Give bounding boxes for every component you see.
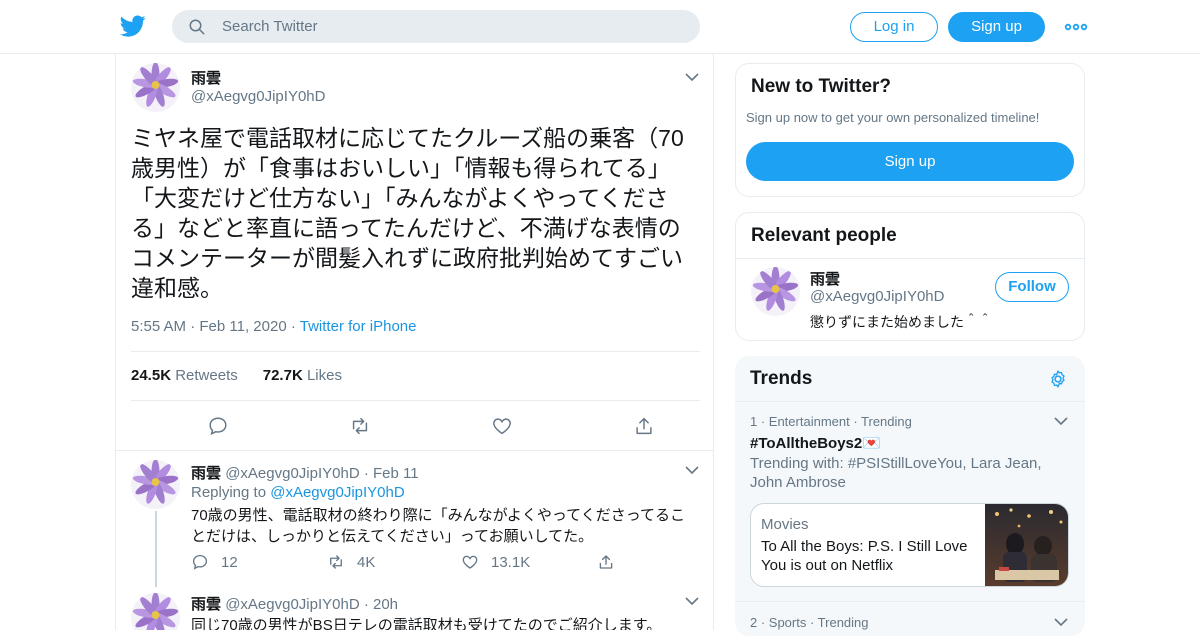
reply-header: 雨雲 @xAegvg0JipIY0hD · 20h xyxy=(191,593,398,614)
tweet-actions xyxy=(131,415,700,439)
trend-event-card[interactable]: Movies To All the Boys: P.S. I Still Lov… xyxy=(750,503,1069,587)
main-tweet: 雨雲 @xAegvg0JipIY0hD ミヤネ屋で電話取材に応じてたクルーズ船の… xyxy=(116,54,713,451)
reply-header: 雨雲 @xAegvg0JipIY0hD · Feb 11 xyxy=(191,462,419,483)
flower-avatar-image xyxy=(131,460,180,509)
divider xyxy=(735,401,1085,402)
avatar[interactable] xyxy=(131,460,180,509)
reply-tweet[interactable]: 雨雲 @xAegvg0JipIY0hD · 20h 同じ70歳の男性がBS日テレ… xyxy=(116,584,713,630)
divider xyxy=(131,400,700,401)
reply-actions: 12 4K 13.1K xyxy=(191,553,641,573)
reply-text: 70歳の男性、電話取材の終わり際に「みんながよくやってくださってることだけは、し… xyxy=(191,507,685,545)
retweet-count: 4K xyxy=(357,554,376,571)
meta-separator: · xyxy=(190,318,200,335)
panel-title: Trends xyxy=(750,368,813,389)
tweet-date[interactable]: Feb 11, 2020 xyxy=(199,318,286,335)
author-handle[interactable]: @xAegvg0JipIY0hD xyxy=(191,88,325,105)
share-icon[interactable] xyxy=(633,415,655,437)
search-input[interactable]: Search Twitter xyxy=(222,18,318,35)
chevron-down-icon[interactable] xyxy=(1054,617,1068,627)
author-name[interactable]: 雨雲 xyxy=(191,465,221,482)
new-to-twitter-panel: New to Twitter? Sign up now to get your … xyxy=(735,63,1085,197)
likes-label[interactable]: Likes xyxy=(307,367,342,384)
main-timeline-column: 雨雲 @xAegvg0JipIY0hD ミヤネ屋で電話取材に応じてたクルーズ船の… xyxy=(115,54,714,630)
reply-time[interactable]: Feb 11 xyxy=(373,465,419,482)
author-name[interactable]: 雨雲 xyxy=(191,67,221,88)
reply-count: 12 xyxy=(221,554,238,571)
more-icon[interactable] xyxy=(1064,17,1088,37)
flower-avatar-image xyxy=(131,63,180,112)
panel-title: Relevant people xyxy=(751,225,897,246)
settings-gear-icon[interactable] xyxy=(1048,369,1068,389)
tweet-stats: 24.5K Retweets 72.7K Likes xyxy=(131,367,342,384)
person-name[interactable]: 雨雲 xyxy=(810,268,840,289)
card-headline: To All the Boys: P.S. I Still Love You i… xyxy=(761,538,968,574)
reply-text: 同じ70歳の男性がBS日テレの電話取材も受けてたのでご紹介します。 xyxy=(191,617,662,630)
follow-button[interactable]: Follow xyxy=(995,272,1069,302)
like-heart-icon[interactable] xyxy=(491,415,513,437)
panel-title: New to Twitter? xyxy=(751,76,892,97)
share-icon xyxy=(599,555,613,569)
chevron-down-icon[interactable] xyxy=(1054,416,1068,426)
avatar[interactable] xyxy=(751,267,800,316)
trend-related: Trending with: #PSIStillLoveYou, Lara Je… xyxy=(750,455,1042,491)
reply-tweet[interactable]: 雨雲 @xAegvg0JipIY0hD · Feb 11 Replying to… xyxy=(116,451,713,591)
retweet-icon[interactable] xyxy=(349,415,371,437)
card-category: Movies xyxy=(761,516,809,533)
divider xyxy=(735,601,1085,602)
movie-thumbnail-image xyxy=(985,504,1068,586)
author-name[interactable]: 雨雲 xyxy=(191,596,221,613)
signup-button[interactable]: Sign up xyxy=(948,12,1045,42)
sidebar-signup-button[interactable]: Sign up xyxy=(746,142,1074,181)
meta-separator: · xyxy=(363,596,373,613)
flower-avatar-image xyxy=(131,593,180,630)
trend-meta: 2 · Sports · Trending xyxy=(750,615,869,630)
meta-separator: · xyxy=(363,465,373,482)
author-handle[interactable]: @xAegvg0JipIY0hD xyxy=(225,596,359,613)
chevron-down-icon[interactable] xyxy=(685,465,699,475)
author-handle[interactable]: @xAegvg0JipIY0hD xyxy=(225,465,359,482)
trends-panel: Trends 1 · Entertainment · Trending #ToA… xyxy=(735,356,1085,636)
flower-avatar-image xyxy=(751,267,800,316)
panel-subtitle: Sign up now to get your own personalized… xyxy=(746,110,1040,125)
search-bar[interactable]: Search Twitter xyxy=(172,10,700,43)
replying-to-handle[interactable]: @xAegvg0JipIY0hD xyxy=(270,484,404,501)
avatar[interactable] xyxy=(131,593,180,630)
likes-count[interactable]: 72.7K xyxy=(263,367,303,384)
tweet-source[interactable]: Twitter for iPhone xyxy=(300,318,417,335)
relevant-people-panel: Relevant people 雨雲 @xAegvg0JipIY0hD 懲りずに… xyxy=(735,212,1085,341)
twitter-bird-icon[interactable] xyxy=(120,13,146,39)
person-bio: 懲りずにまた始めました＾＾ xyxy=(810,314,992,330)
chevron-down-icon[interactable] xyxy=(685,596,699,606)
divider xyxy=(131,351,700,352)
login-button[interactable]: Log in xyxy=(850,12,938,42)
replying-to: Replying to @xAegvg0JipIY0hD xyxy=(191,484,405,501)
like-heart-icon xyxy=(462,555,478,569)
avatar[interactable] xyxy=(131,63,180,112)
tweet-time[interactable]: 5:55 AM xyxy=(131,318,186,335)
person-handle[interactable]: @xAegvg0JipIY0hD xyxy=(810,288,944,305)
divider xyxy=(736,258,1084,259)
reply-time[interactable]: 20h xyxy=(373,596,398,613)
tweet-timestamp: 5:55 AM · Feb 11, 2020 · Twitter for iPh… xyxy=(131,318,416,335)
tweet-text: ミヤネ屋で電話取材に応じてたクルーズ船の乗客（70歳男性）が「食事はおいしい」「… xyxy=(131,125,684,301)
retweets-label[interactable]: Retweets xyxy=(175,367,238,384)
search-icon xyxy=(189,19,205,35)
retweets-count[interactable]: 24.5K xyxy=(131,367,171,384)
like-count: 13.1K xyxy=(491,554,531,571)
trend-meta: 1 · Entertainment · Trending xyxy=(750,414,912,429)
thread-connector xyxy=(155,511,157,587)
meta-separator: · xyxy=(290,318,300,335)
trend-hashtag[interactable]: #ToAlltheBoys2💌 xyxy=(750,434,881,452)
reply-icon xyxy=(192,554,208,570)
replying-label: Replying to xyxy=(191,484,267,501)
reply-icon[interactable] xyxy=(207,415,229,437)
retweet-icon xyxy=(330,555,342,569)
top-navigation-bar: Search Twitter Log in Sign up xyxy=(0,0,1200,54)
chevron-down-icon[interactable] xyxy=(685,72,699,82)
